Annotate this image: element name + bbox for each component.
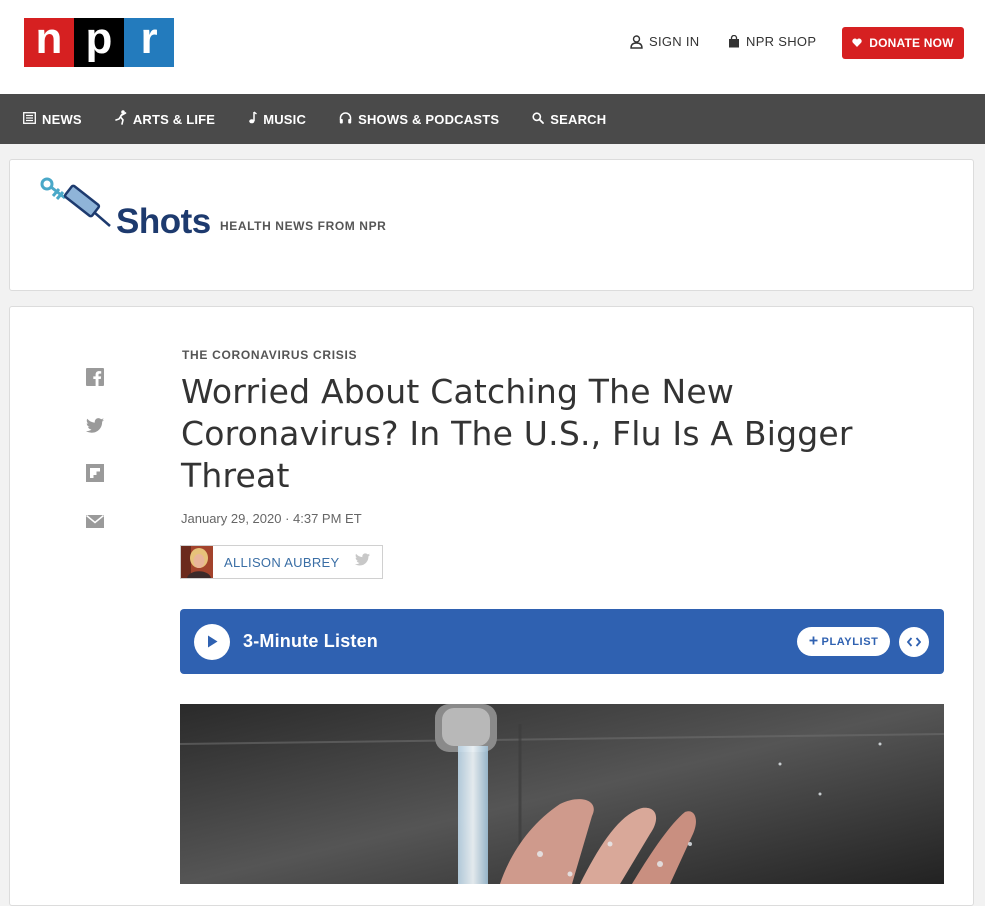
facebook-icon[interactable]: [85, 367, 105, 387]
headphones-icon: [339, 111, 352, 127]
author-byline[interactable]: ALLISON AUBREY: [180, 545, 383, 579]
syringe-icon[interactable]: [38, 174, 118, 243]
logo-letter-n: n: [24, 16, 74, 67]
nav-item-shows-podcasts[interactable]: SHOWS & PODCASTS: [339, 112, 499, 127]
add-to-playlist-button[interactable]: PLAYLIST: [797, 627, 890, 656]
nav-item-search[interactable]: SEARCH: [532, 112, 606, 127]
search-icon: [532, 111, 545, 127]
sign-in-label: SIGN IN: [649, 34, 700, 49]
article-card: THE CORONAVIRUS CRISIS Worried About Cat…: [9, 306, 974, 906]
arts-icon: [115, 110, 127, 128]
nav-label-shows-podcasts: SHOWS & PODCASTS: [358, 111, 500, 127]
nav-item-music[interactable]: MUSIC: [248, 111, 306, 127]
article-hero-image: [180, 704, 944, 884]
author-name[interactable]: ALLISON AUBREY: [224, 555, 339, 570]
shots-tagline: HEALTH NEWS FROM NPR: [220, 219, 387, 233]
heart-icon: [852, 36, 862, 50]
music-icon: [248, 111, 258, 127]
shots-brand-header: Shots HEALTH NEWS FROM NPR: [9, 159, 974, 291]
nav-label-music: MUSIC: [263, 111, 307, 127]
audio-listen-bar: 3-Minute Listen PLAYLIST: [180, 609, 944, 674]
logo-letter-p: p: [74, 16, 124, 67]
npr-shop-link[interactable]: NPR SHOP: [728, 34, 816, 49]
nav-item-arts-life[interactable]: ARTS & LIFE: [115, 110, 215, 128]
top-header: n p r SIGN IN NPR SHOP DONATE NOW: [0, 0, 985, 94]
embed-button[interactable]: [899, 627, 929, 657]
author-twitter-icon[interactable]: [355, 553, 371, 571]
play-icon: [208, 635, 218, 648]
article-kicker[interactable]: THE CORONAVIRUS CRISIS: [182, 348, 357, 362]
email-icon[interactable]: [85, 511, 105, 531]
shopping-bag-icon: [728, 35, 740, 48]
article-headline: Worried About Catching The New Coronavir…: [181, 372, 853, 495]
twitter-icon[interactable]: [85, 415, 105, 435]
donate-now-button[interactable]: DONATE NOW: [842, 27, 964, 59]
play-button[interactable]: [194, 623, 230, 660]
shots-wordmark[interactable]: Shots: [116, 202, 211, 242]
embed-code-icon: [907, 637, 921, 647]
nav-label-news: NEWS: [42, 111, 82, 127]
nav-label-search: SEARCH: [550, 111, 607, 127]
main-nav: NEWS ARTS & LIFE MUSIC SHOWS & PODCASTS …: [0, 94, 985, 144]
npr-logo[interactable]: n p r: [24, 16, 174, 67]
playlist-label: PLAYLIST: [821, 635, 879, 648]
donate-label: DONATE NOW: [869, 36, 954, 50]
article-date: January 29, 2020 · 4:37 PM ET: [181, 511, 362, 526]
nav-item-news[interactable]: NEWS: [23, 112, 82, 127]
plus-icon: [809, 636, 818, 648]
sign-in-link[interactable]: SIGN IN: [630, 34, 700, 49]
logo-letter-r: r: [124, 16, 174, 67]
nav-label-arts-life: ARTS & LIFE: [132, 111, 216, 127]
author-avatar: [181, 546, 213, 578]
flipboard-icon[interactable]: [85, 463, 105, 483]
npr-shop-label: NPR SHOP: [746, 34, 817, 49]
news-icon: [23, 111, 36, 127]
listen-duration-label[interactable]: 3-Minute Listen: [243, 631, 378, 652]
user-icon: [630, 34, 643, 49]
